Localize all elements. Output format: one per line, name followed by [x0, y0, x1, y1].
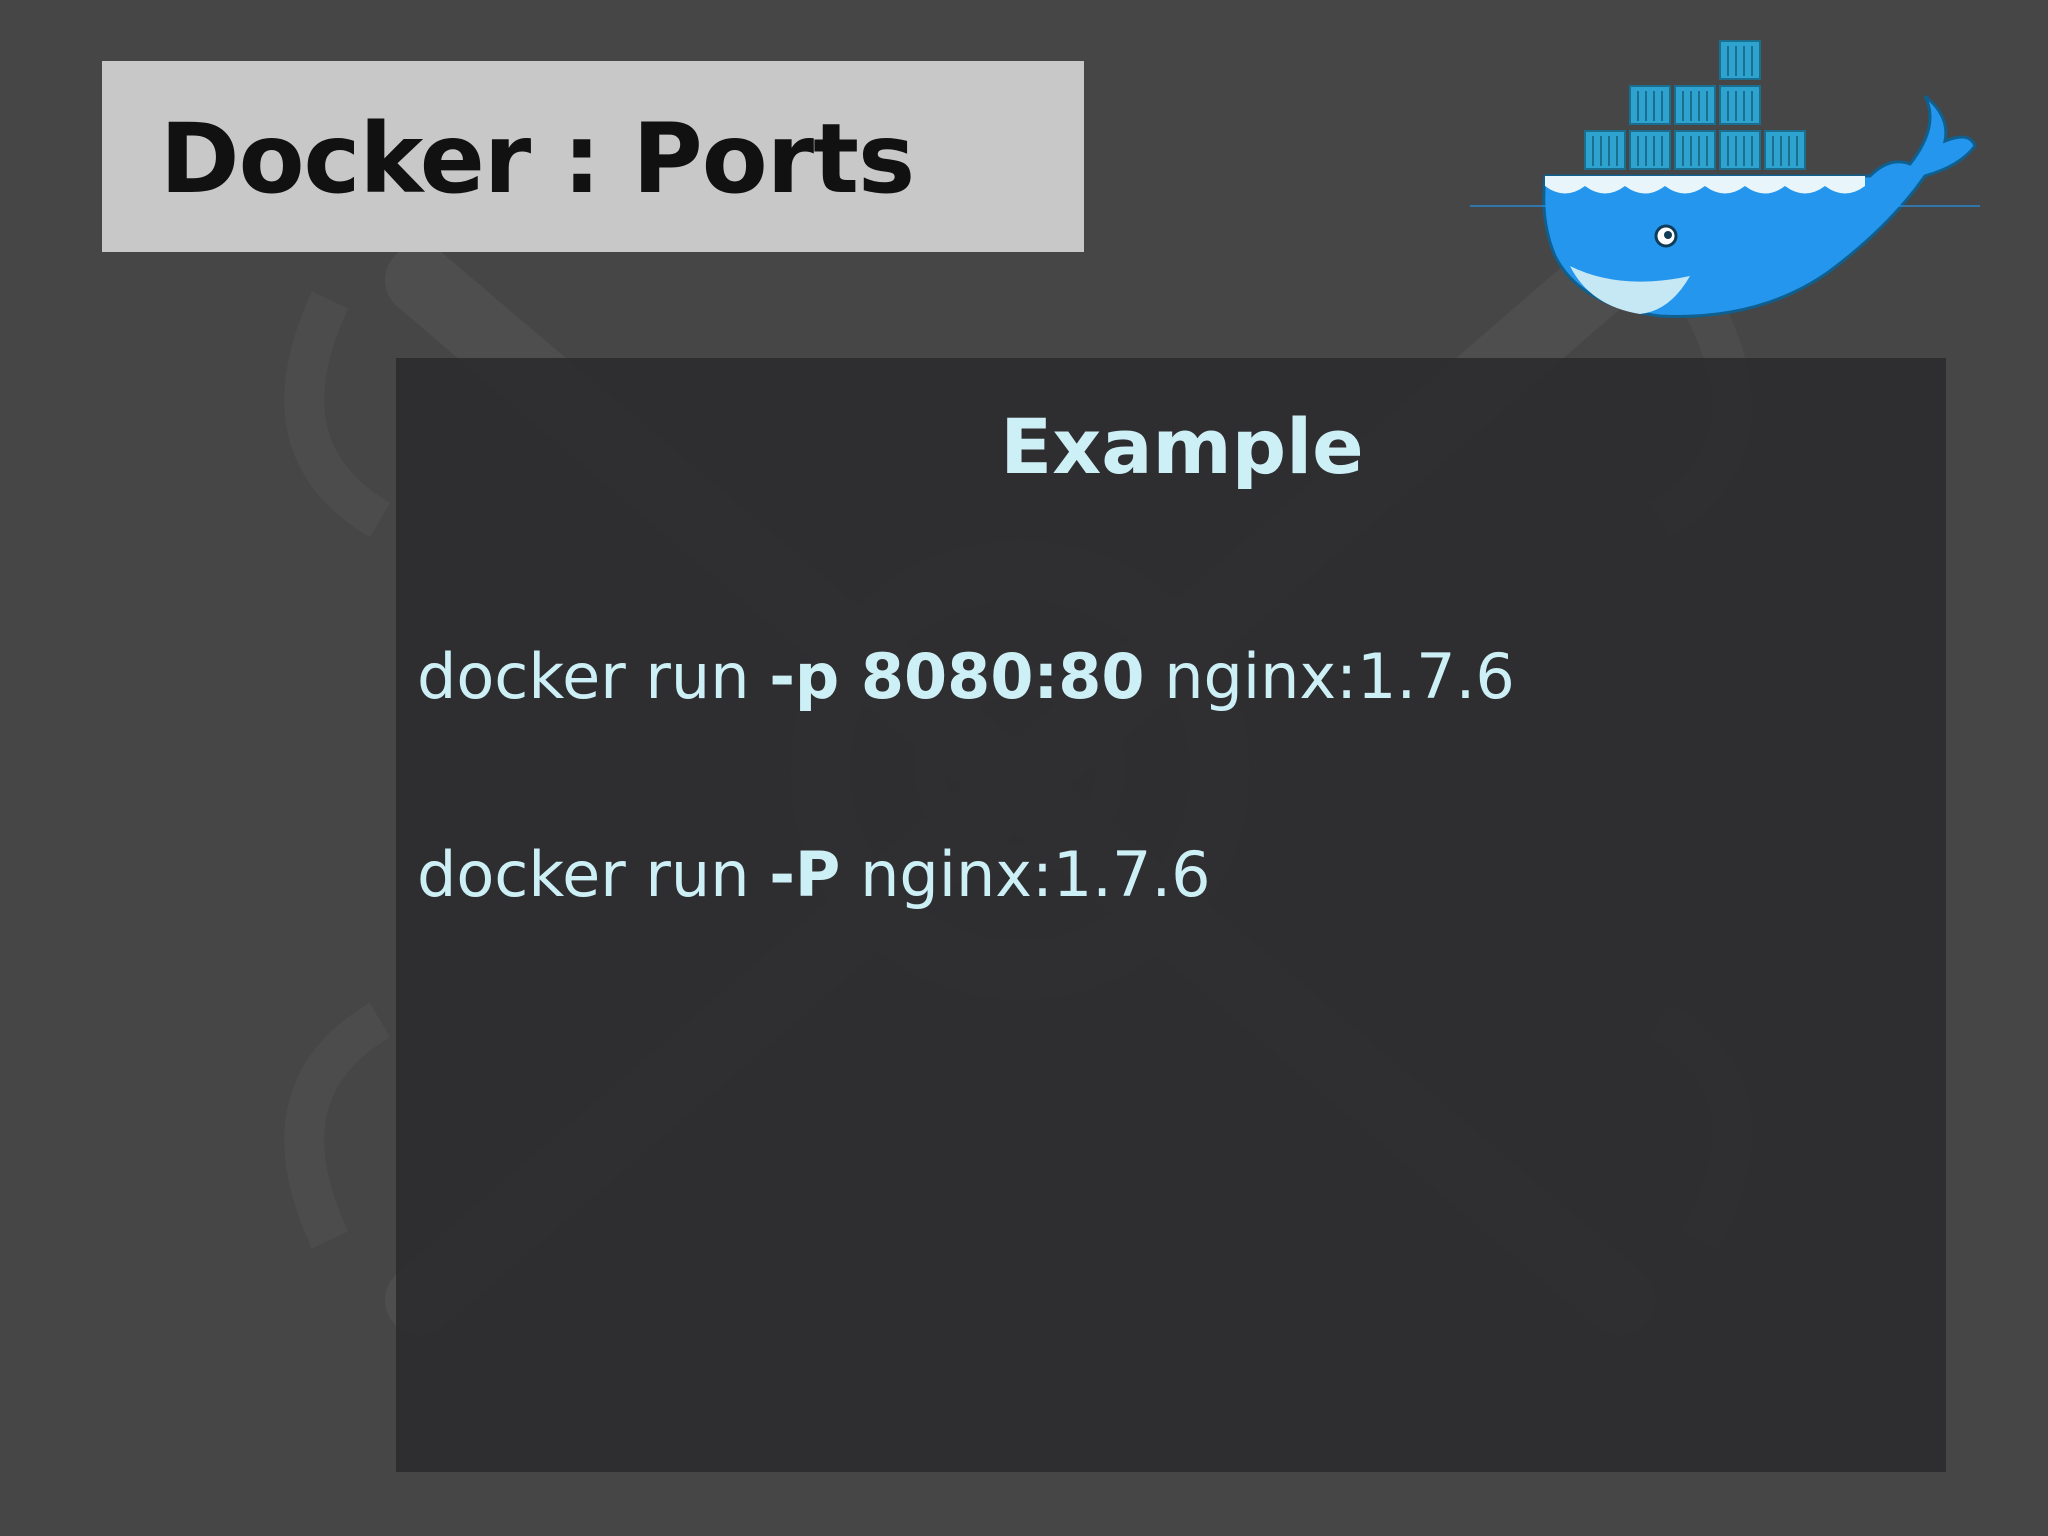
slide-title: Docker : Ports — [159, 102, 915, 215]
command-prefix: docker run — [417, 838, 770, 911]
command-line-2: docker run -P nginx:1.7.6 — [417, 838, 1211, 911]
command-prefix: docker run — [417, 640, 770, 713]
command-suffix: nginx:1.7.6 — [840, 838, 1211, 911]
example-heading: Example — [1000, 402, 1364, 491]
command-flag: -P — [769, 838, 841, 911]
content-panel: Example docker run -p 8080:80 nginx:1.7.… — [396, 358, 1946, 1472]
title-box: Docker : Ports — [102, 61, 1084, 252]
docker-whale-icon — [1470, 40, 1980, 318]
command-suffix: nginx:1.7.6 — [1144, 640, 1515, 713]
command-flag: -p 8080:80 — [769, 640, 1145, 713]
command-line-1: docker run -p 8080:80 nginx:1.7.6 — [417, 640, 1515, 713]
